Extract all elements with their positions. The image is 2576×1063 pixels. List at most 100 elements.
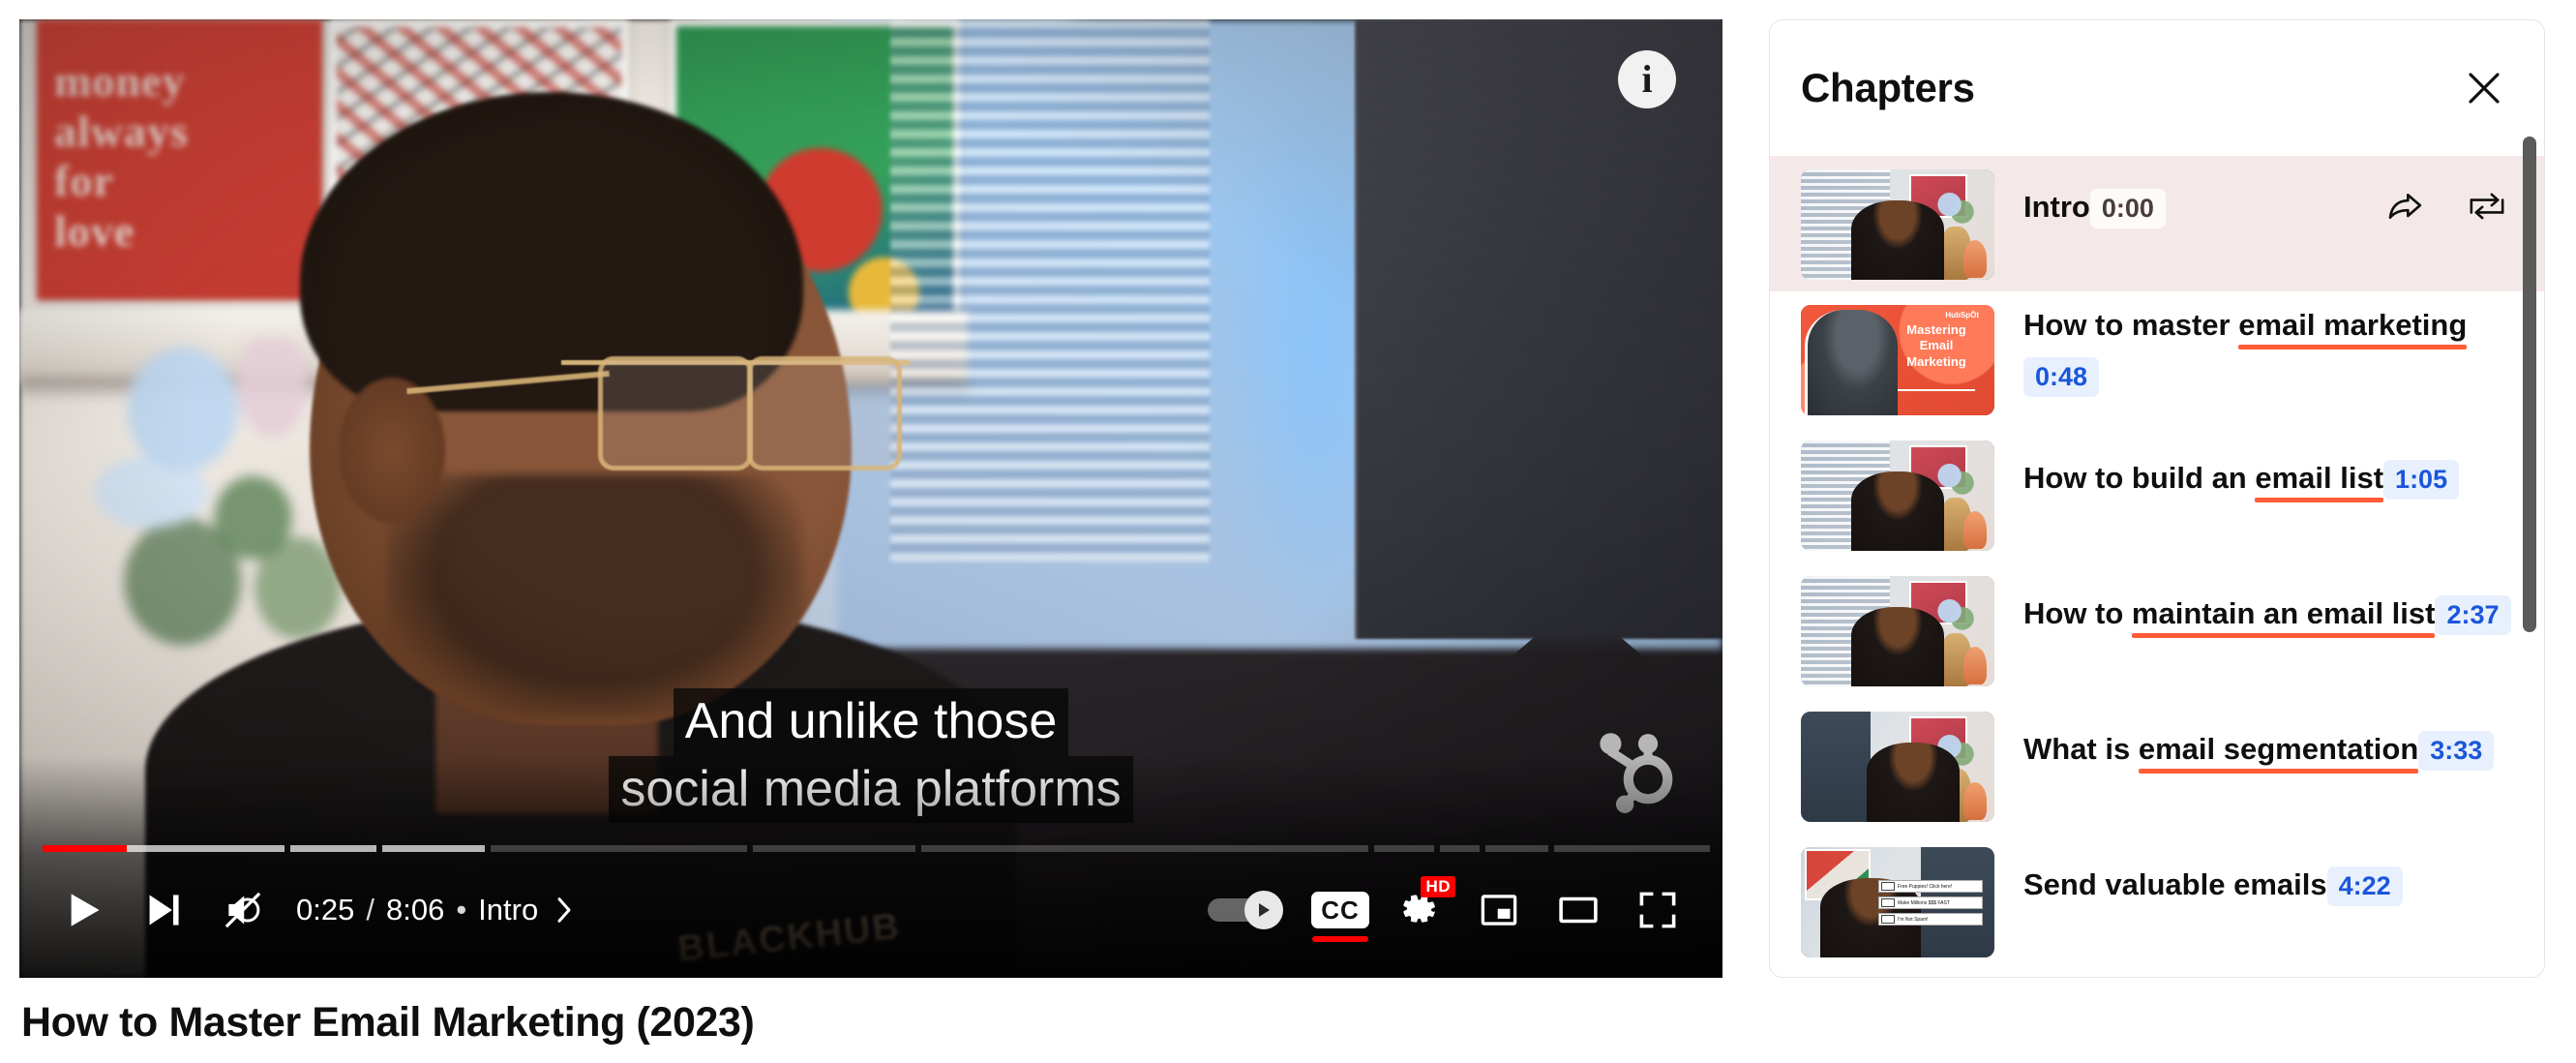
chapter-meta: What is email segmentation 3:33 [2023, 712, 2515, 771]
chevron-right-icon[interactable] [550, 896, 575, 925]
chapter-meta: How to maintain an email list 2:37 [2023, 576, 2515, 635]
progress-buffered [381, 845, 486, 852]
chapter-item[interactable]: How to maintain an email list 2:37 [1770, 562, 2544, 698]
chapter-item[interactable]: HubSpŌt Mastering Email Marketing How to mas… [1770, 291, 2544, 427]
time-separator: / [366, 893, 374, 926]
chapter-timestamp[interactable]: 4:22 [2326, 866, 2403, 906]
chapter-label-text: Intro [2023, 190, 2090, 224]
settings-button[interactable]: HD [1380, 870, 1459, 950]
chapter-thumbnail[interactable]: HubSpŌt Mastering Email Marketing [1801, 305, 1994, 415]
progress-segment[interactable] [1440, 845, 1481, 852]
current-chapter-label[interactable]: Intro [478, 893, 538, 927]
chapter-timestamp[interactable]: 2:37 [2435, 595, 2511, 635]
chapter-label: How to maintain an email list [2023, 596, 2436, 630]
thumb-lamp [1963, 239, 1987, 278]
cc-label: CC [1311, 892, 1369, 928]
frame-vignette [19, 19, 1722, 978]
thumb-art [1801, 169, 1994, 280]
chapter-label-text: How to master [2023, 308, 2239, 342]
close-icon[interactable] [2453, 57, 2515, 119]
play-button[interactable] [45, 870, 124, 950]
current-time: 0:25 [296, 893, 355, 926]
chapters-panel: Chapters Intro 0:00 HubSpŌt Mastering Email M… [1769, 19, 2545, 978]
chapter-item[interactable]: Intro 0:00 [1770, 156, 2544, 291]
chapter-thumbnail[interactable] [1801, 440, 1994, 551]
autoplay-toggle-knob [1244, 891, 1283, 929]
thumb-art: HubSpŌt Mastering Email Marketing [1801, 305, 1994, 415]
next-video-button[interactable] [124, 870, 203, 950]
progress-segment[interactable] [43, 845, 285, 852]
chapter-timestamp[interactable]: 3:33 [2418, 731, 2495, 771]
progress-segment[interactable] [1554, 845, 1711, 852]
player-controls: 0:25 / 8:06 • Intro CC HD [19, 862, 1722, 958]
progress-buffered [289, 845, 376, 852]
cc-active-underline [1312, 936, 1368, 942]
chapter-item[interactable]: What is email segmentation 3:33 [1770, 698, 2544, 834]
thumb-lamp [1963, 510, 1987, 549]
time-display: 0:25 / 8:06 • Intro [296, 893, 575, 927]
miniplayer-button[interactable] [1459, 870, 1539, 950]
thumb-art [1801, 712, 1994, 822]
thumb-title: Mastering Email Marketing [1906, 322, 1966, 369]
thumb-lamp [1963, 781, 1987, 820]
chapter-thumbnail[interactable] [1801, 169, 1994, 280]
info-icon-glyph: i [1641, 57, 1653, 101]
theater-mode-button[interactable] [1539, 870, 1618, 950]
chapters-scrollbar[interactable] [2523, 28, 2536, 969]
chapter-item[interactable]: How to build an email list 1:05 [1770, 427, 2544, 562]
captions-button[interactable]: CC [1301, 870, 1380, 950]
chapter-label-highlight: email marketing [2238, 308, 2468, 342]
video-title: How to Master Email Marketing (2023) [21, 999, 755, 1046]
mute-button[interactable] [203, 870, 283, 950]
thumb-rule [1898, 388, 1975, 391]
video-info-icon[interactable]: i [1618, 50, 1676, 108]
thumb-portrait [1805, 309, 1898, 415]
duration: 8:06 [385, 893, 445, 926]
chapter-thumbnail[interactable] [1801, 576, 1994, 686]
chapter-label-text: How to build an [2023, 461, 2256, 495]
share-icon[interactable] [2385, 187, 2424, 226]
chapter-label: What is email segmentation [2023, 732, 2419, 766]
chapter-thumbnail[interactable]: Free Puppies! Click here! Make Millions $… [1801, 847, 1994, 957]
chapters-list[interactable]: Intro 0:00 HubSpŌt Mastering Email Marketing H… [1770, 156, 2544, 977]
progress-segment[interactable] [753, 845, 916, 852]
chapter-label-highlight: email list [2255, 461, 2384, 495]
chapter-label: Intro [2023, 190, 2090, 224]
video-progress-bar[interactable] [43, 845, 1711, 852]
chapter-timestamp[interactable]: 1:05 [2383, 460, 2460, 500]
chapter-label-text: What is [2023, 732, 2139, 766]
progress-segment[interactable] [491, 845, 748, 852]
thumb-art [1801, 440, 1994, 551]
chapter-timestamp[interactable]: 0:00 [2089, 189, 2166, 228]
chapter-thumbnail[interactable] [1801, 712, 1994, 822]
fullscreen-button[interactable] [1618, 870, 1697, 950]
thumb-email-rows: Free Puppies! Click here! Make Millions $… [1878, 880, 1983, 929]
youtube-watch-page: moneyalwaysforlove BLACKHUB [0, 0, 2576, 1063]
progress-segment[interactable] [1374, 845, 1435, 852]
chapter-label-text: How to [2023, 596, 2132, 630]
autoplay-toggle[interactable] [1208, 891, 1283, 929]
time-bullet: • [456, 893, 467, 926]
player-controls-left: 0:25 / 8:06 • Intro [45, 870, 581, 950]
video-player[interactable]: moneyalwaysforlove BLACKHUB [19, 19, 1722, 978]
progress-segment[interactable] [921, 845, 1369, 852]
chapter-label-highlight: maintain an email list [2131, 596, 2436, 630]
hd-quality-badge: HD [1421, 876, 1455, 897]
chapter-item[interactable]: Free Puppies! Click here! Make Millions $… [1770, 834, 2544, 969]
chapter-label-highlight: email segmentation [2138, 732, 2419, 766]
chapters-header: Chapters [1770, 20, 2544, 156]
progress-segment[interactable] [1485, 845, 1549, 852]
progress-segment[interactable] [381, 845, 486, 852]
loop-icon[interactable] [2467, 187, 2507, 226]
chapter-timestamp[interactable]: 0:48 [2023, 357, 2100, 398]
video-frame: moneyalwaysforlove BLACKHUB [19, 19, 1722, 978]
chapter-label-text: Send valuable emails [2023, 867, 2327, 901]
chapter-actions [2385, 169, 2515, 226]
thumb-art: Free Puppies! Click here! Make Millions $… [1801, 847, 1994, 957]
progress-segment[interactable] [289, 845, 376, 852]
thumb-lamp [1963, 646, 1987, 684]
chapter-label: How to build an email list [2023, 461, 2384, 495]
chapters-scrollbar-thumb[interactable] [2523, 137, 2536, 632]
thumb-brand: HubSpŌt [1945, 310, 1979, 319]
thumb-dark-panel [1801, 712, 1871, 822]
